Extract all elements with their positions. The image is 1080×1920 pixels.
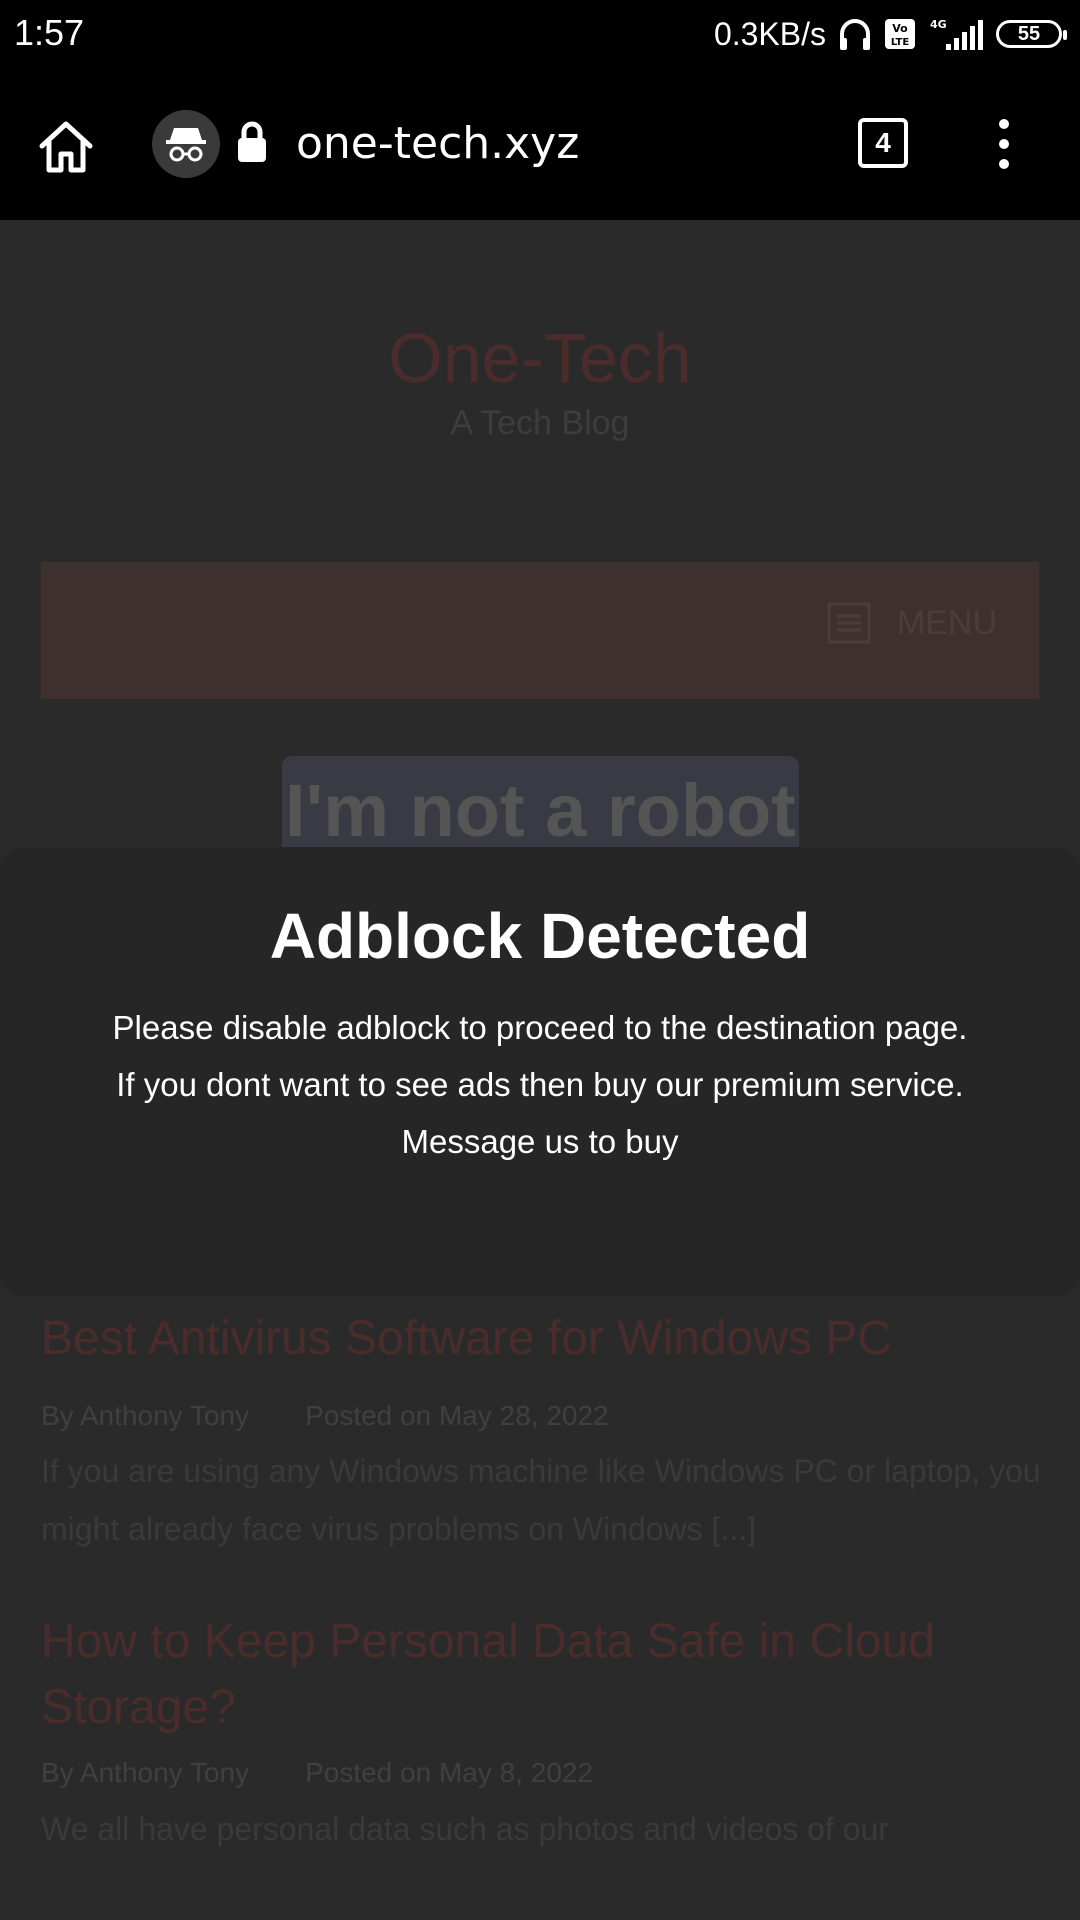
signal-4g-icon: 4G bbox=[930, 18, 983, 50]
modal-message-line-3: Message us to buy bbox=[401, 1123, 679, 1160]
headphones-icon bbox=[840, 19, 870, 50]
menu-toggle[interactable]: MENU bbox=[827, 602, 997, 644]
modal-title: Adblock Detected bbox=[269, 900, 811, 972]
site-tagline: A Tech Blog bbox=[450, 404, 630, 442]
browser-toolbar: one-tech.xyz 4 bbox=[0, 66, 1080, 220]
network-speed: 0.3KB/s bbox=[713, 15, 826, 52]
tabs-button[interactable]: 4 bbox=[858, 118, 908, 168]
battery-icon: 55 bbox=[996, 20, 1067, 48]
svg-text:LTE: LTE bbox=[891, 37, 910, 48]
post-excerpt: We all have personal data such as photos… bbox=[41, 1811, 889, 1847]
nav-bar: MENU bbox=[41, 562, 1039, 699]
post-date[interactable]: Posted on May 8, 2022 bbox=[305, 1757, 593, 1789]
more-options-icon[interactable] bbox=[984, 114, 1024, 174]
incognito-glasses-icon bbox=[166, 128, 206, 162]
post-meta: By Anthony Tony Posted on May 8, 2022 bbox=[41, 1757, 593, 1789]
tab-count: 4 bbox=[875, 127, 891, 158]
modal-message-line-2: If you dont want to see ads then buy our… bbox=[116, 1066, 964, 1103]
status-bar: 1:57 0.3KB/s Vo LTE 4G 55 bbox=[0, 0, 1080, 66]
url-bar[interactable]: one-tech.xyz bbox=[296, 118, 579, 169]
robot-text: I'm not a robot bbox=[285, 768, 796, 852]
post-author[interactable]: By Anthony Tony bbox=[41, 1400, 249, 1432]
svg-text:Vo: Vo bbox=[892, 22, 908, 35]
menu-label: MENU bbox=[896, 603, 997, 642]
adblock-modal: Adblock Detected Please disable adblock … bbox=[0, 847, 1080, 1296]
lock-icon[interactable] bbox=[236, 120, 268, 164]
svg-text:4G: 4G bbox=[930, 18, 947, 31]
incognito-icon[interactable] bbox=[152, 110, 220, 178]
site-title[interactable]: One-Tech bbox=[0, 318, 1080, 398]
post-date[interactable]: Posted on May 28, 2022 bbox=[305, 1400, 609, 1432]
post-meta: By Anthony Tony Posted on May 28, 2022 bbox=[41, 1400, 609, 1432]
menu-icon bbox=[827, 602, 871, 644]
volte-icon: Vo LTE bbox=[885, 19, 915, 49]
status-icons: 0.3KB/s Vo LTE 4G 55 bbox=[713, 14, 1067, 54]
battery-level: 55 bbox=[1017, 22, 1041, 45]
home-icon[interactable] bbox=[36, 116, 96, 176]
status-time: 1:57 bbox=[14, 12, 85, 53]
post-excerpt: If you are using any Windows machine lik… bbox=[41, 1453, 1041, 1547]
post-title[interactable]: How to Keep Personal Data Safe in Cloud … bbox=[41, 1609, 1041, 1741]
post-author[interactable]: By Anthony Tony bbox=[41, 1757, 249, 1789]
post-title[interactable]: Best Antivirus Software for Windows PC bbox=[41, 1306, 1041, 1372]
modal-message-line-1: Please disable adblock to proceed to the… bbox=[112, 1009, 968, 1046]
